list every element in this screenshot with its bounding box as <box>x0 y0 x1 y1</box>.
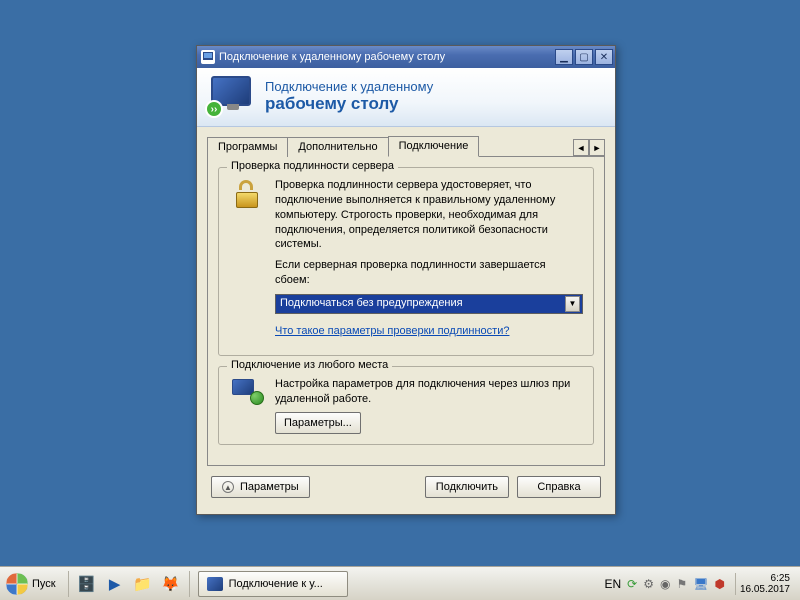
chevron-down-icon[interactable]: ▼ <box>565 296 580 312</box>
group-server-auth-legend: Проверка подлинности сервера <box>227 160 398 172</box>
tab-strip: Программы Дополнительно Подключение ◄ ► <box>207 135 605 157</box>
dialog-button-row: ▲ Параметры Подключить Справка <box>207 466 605 502</box>
combo-selected-value: Подключаться без предупреждения <box>280 296 565 311</box>
help-button[interactable]: Справка <box>517 476 601 498</box>
header-banner: ›› Подключение к удаленному рабочему сто… <box>197 68 615 127</box>
clock-time: 6:25 <box>740 573 790 584</box>
rdp-logo-icon: ›› <box>207 76 255 116</box>
quicklaunch-firefox-icon[interactable]: 🦊 <box>159 571 183 597</box>
tab-panel-connection: Проверка подлинности сервера Проверка по… <box>207 157 605 466</box>
taskbar: Пуск 🗄️ ▶ 📁 🦊 Подключение к у... EN ⟳ ⚙ … <box>0 566 800 600</box>
taskbar-task-label: Подключение к у... <box>229 578 323 590</box>
tab-advanced[interactable]: Дополнительно <box>287 137 388 157</box>
gateway-settings-button[interactable]: Параметры... <box>275 412 361 434</box>
tab-scroll-right[interactable]: ► <box>589 139 605 156</box>
quicklaunch-powershell-icon[interactable]: ▶ <box>103 571 127 597</box>
minimize-button[interactable]: ▁ <box>555 49 573 65</box>
lock-icon <box>229 178 267 345</box>
tray-monitor-icon[interactable]: 🖥 <box>693 577 708 591</box>
chevron-up-icon: ▲ <box>222 481 234 493</box>
gateway-icon <box>229 377 267 435</box>
tray-flag-icon[interactable]: ⚑ <box>676 577 687 591</box>
tab-scroll: ◄ ► <box>573 139 605 156</box>
banner-line2: рабочему столу <box>265 94 433 114</box>
connect-button[interactable]: Подключить <box>425 476 509 498</box>
window-title: Подключение к удаленному рабочему столу <box>219 51 553 63</box>
group-server-auth: Проверка подлинности сервера Проверка по… <box>218 167 594 356</box>
taskbar-separator <box>189 571 190 597</box>
clock-date: 16.05.2017 <box>740 584 790 595</box>
anywhere-paragraph: Настройка параметров для подключения чер… <box>275 377 583 407</box>
rdp-window: Подключение к удаленному рабочему столу … <box>196 45 616 515</box>
tray-clock[interactable]: 6:25 16.05.2017 <box>735 573 794 595</box>
titlebar[interactable]: Подключение к удаленному рабочему столу … <box>197 46 615 68</box>
tab-programs[interactable]: Программы <box>207 137 288 157</box>
rdp-titlebar-icon <box>201 50 215 64</box>
start-button[interactable]: Пуск <box>2 569 64 599</box>
auth-paragraph-1: Проверка подлинности сервера удостоверяе… <box>275 178 583 252</box>
tray-network-icon[interactable]: ⚙ <box>643 577 654 591</box>
taskbar-task-rdp[interactable]: Подключение к у... <box>198 571 348 597</box>
options-toggle-button[interactable]: ▲ Параметры <box>211 476 310 498</box>
auth-paragraph-2: Если серверная проверка подлинности заве… <box>275 258 583 288</box>
options-toggle-label: Параметры <box>240 481 299 493</box>
maximize-button[interactable]: ▢ <box>575 49 593 65</box>
tab-connection[interactable]: Подключение <box>388 136 480 157</box>
windows-orb-icon <box>6 573 28 595</box>
language-indicator[interactable]: EN <box>604 577 621 591</box>
banner-line1: Подключение к удаленному <box>265 79 433 94</box>
client-area: Программы Дополнительно Подключение ◄ ► … <box>197 127 615 514</box>
tray-speaker-icon[interactable]: ◉ <box>660 577 670 591</box>
taskbar-separator <box>68 571 69 597</box>
auth-failure-action-combo[interactable]: Подключаться без предупреждения ▼ <box>275 294 583 314</box>
quicklaunch-server-manager-icon[interactable]: 🗄️ <box>75 571 99 597</box>
group-connect-anywhere-legend: Подключение из любого места <box>227 359 392 371</box>
banner-text: Подключение к удаленному рабочему столу <box>265 79 433 114</box>
auth-help-link[interactable]: Что такое параметры проверки подлинности… <box>275 325 509 337</box>
quicklaunch-explorer-icon[interactable]: 📁 <box>131 571 155 597</box>
close-button[interactable]: ✕ <box>595 49 613 65</box>
start-label: Пуск <box>32 578 56 590</box>
tray-alert-icon[interactable]: ⬢ <box>714 577 724 591</box>
tab-scroll-left[interactable]: ◄ <box>573 139 589 156</box>
group-connect-anywhere: Подключение из любого места Настройка па… <box>218 366 594 446</box>
system-tray: EN ⟳ ⚙ ◉ ⚑ 🖥 ⬢ 6:25 16.05.2017 <box>604 573 800 595</box>
rdp-task-icon <box>207 577 223 591</box>
tray-refresh-icon[interactable]: ⟳ <box>627 577 637 591</box>
